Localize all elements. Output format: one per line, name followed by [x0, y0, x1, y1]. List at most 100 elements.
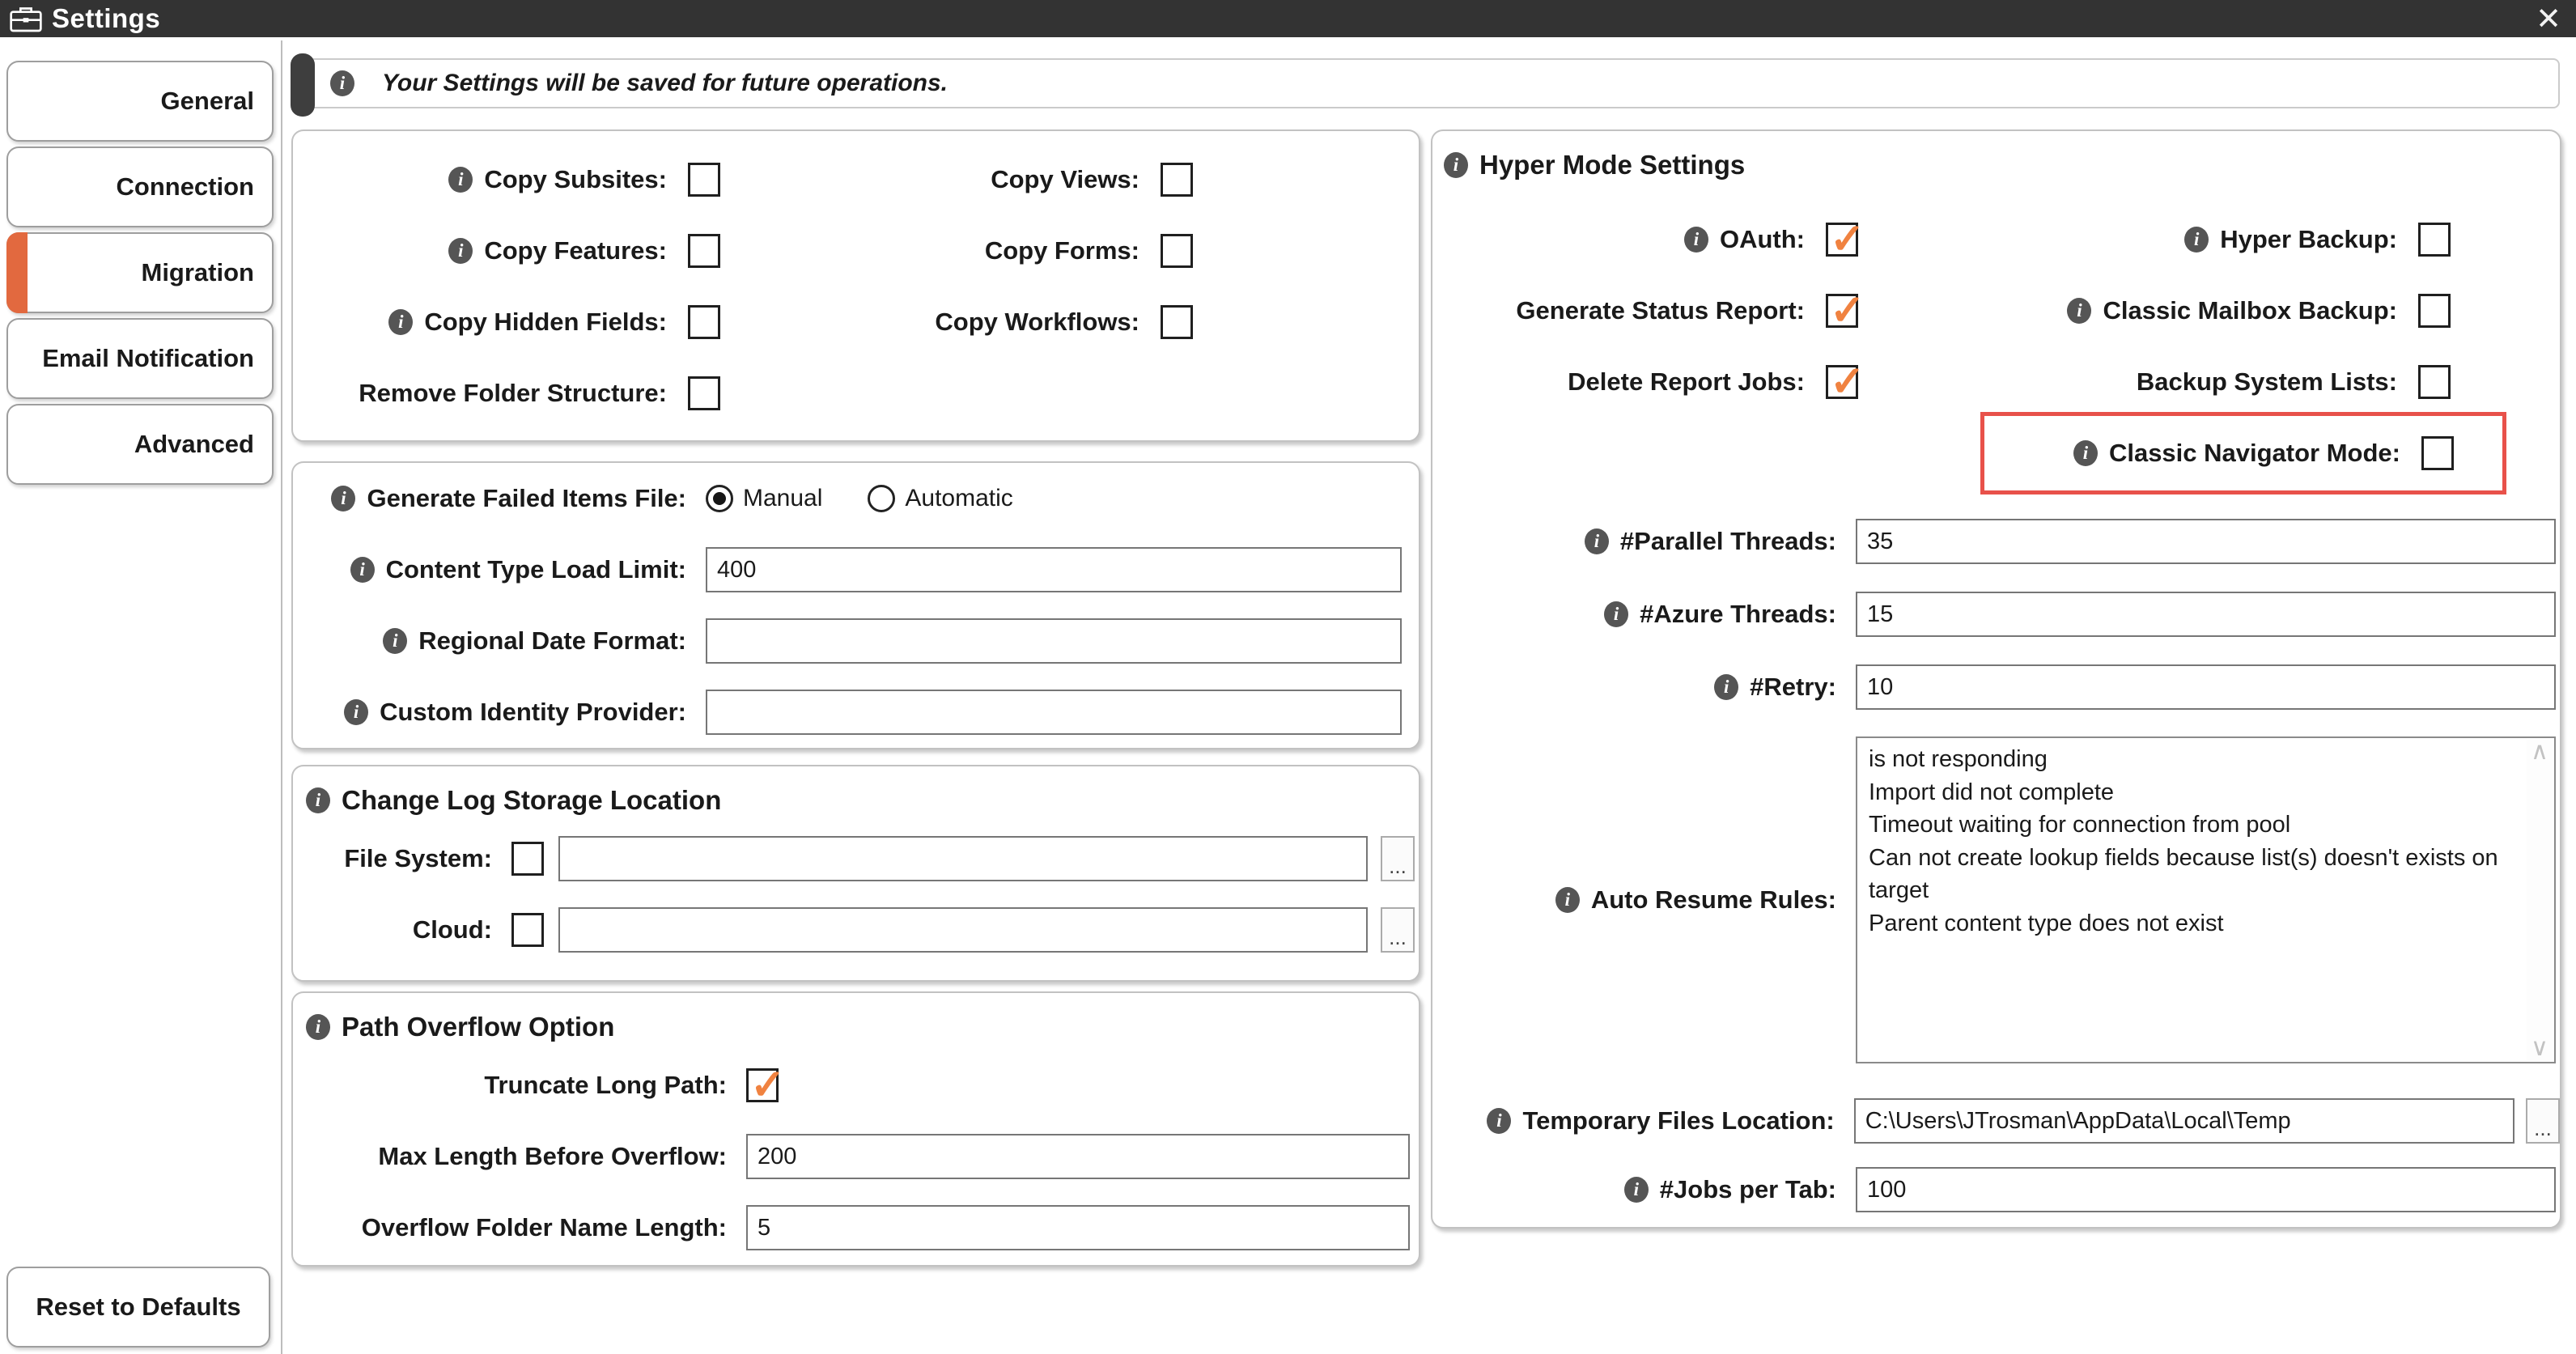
cloud-row: Cloud: ... — [306, 894, 1419, 966]
file-system-path-input[interactable] — [558, 836, 1368, 881]
info-banner: Your Settings will be saved for future o… — [291, 53, 2560, 117]
tab-migration[interactable]: Migration — [6, 232, 274, 313]
titlebar: Settings ✕ — [0, 0, 2576, 37]
oauth-checkbox[interactable] — [1826, 215, 1865, 264]
classic-navigator-mode-checkbox[interactable] — [2421, 436, 2454, 470]
tab-label: General — [160, 87, 254, 115]
copy-views-label: Copy Views: — [991, 165, 1139, 193]
cloud-browse-button[interactable]: ... — [1381, 907, 1415, 953]
jobs-per-tab-row: #Jobs per Tab: — [1444, 1157, 2560, 1222]
scroll-down-icon[interactable]: ∨ — [2531, 1036, 2548, 1060]
generate-status-report-checkbox[interactable] — [1826, 287, 1865, 335]
active-tab-accent — [6, 232, 28, 313]
info-icon — [388, 309, 414, 335]
temporary-files-location-input[interactable] — [1853, 1098, 2514, 1144]
cloud-checkbox[interactable] — [511, 913, 544, 947]
classic-navigator-highlight-box: Classic Navigator Mode: — [1980, 412, 2506, 494]
hyper-mode-heading: Hyper Mode Settings — [1479, 150, 1746, 180]
manual-radio-label[interactable]: Manual — [743, 485, 822, 512]
remove-folder-structure-checkbox[interactable] — [688, 376, 720, 410]
cloud-label: Cloud: — [412, 915, 492, 944]
content-type-load-limit-row: Content Type Load Limit: — [306, 534, 1419, 605]
automatic-radio[interactable] — [868, 485, 896, 512]
truncate-long-path-row: Truncate Long Path: — [306, 1050, 1419, 1121]
tab-email-notification[interactable]: Email Notification — [6, 318, 274, 399]
info-icon — [331, 486, 356, 511]
parallel-threads-label: #Parallel Threads: — [1619, 527, 1836, 555]
change-log-heading: Change Log Storage Location — [342, 785, 722, 815]
remove-folder-structure-label: Remove Folder Structure: — [359, 379, 667, 407]
info-icon — [2067, 298, 2092, 324]
copy-hidden-fields-label: Copy Hidden Fields: — [424, 308, 667, 336]
info-icon — [1714, 674, 1739, 700]
info-icon — [2184, 227, 2209, 253]
copy-forms-checkbox[interactable] — [1161, 234, 1193, 268]
truncate-long-path-checkbox[interactable] — [746, 1061, 786, 1110]
auto-resume-rules-label: Auto Resume Rules: — [1590, 885, 1836, 914]
copy-options-row: Remove Folder Structure: — [306, 358, 1419, 429]
max-length-input[interactable] — [746, 1134, 1410, 1179]
scroll-up-icon[interactable]: ∧ — [2531, 740, 2548, 764]
backup-system-lists-checkbox[interactable] — [2418, 365, 2451, 399]
cloud-path-input[interactable] — [558, 907, 1368, 953]
reset-to-defaults-button[interactable]: Reset to Defaults — [6, 1267, 270, 1348]
file-system-row: File System: ... — [306, 823, 1419, 894]
classic-mailbox-backup-checkbox[interactable] — [2418, 294, 2451, 328]
close-icon[interactable]: ✕ — [2536, 0, 2561, 37]
info-icon — [306, 787, 330, 813]
regional-date-format-input[interactable] — [706, 618, 1402, 664]
file-system-browse-button[interactable]: ... — [1381, 836, 1415, 881]
temporary-files-location-row: Temporary Files Location: ... — [1444, 1084, 2560, 1157]
info-icon — [1444, 152, 1468, 178]
temporary-files-browse-button[interactable]: ... — [2526, 1098, 2560, 1144]
file-system-label: File System: — [344, 844, 492, 872]
info-icon — [1487, 1108, 1512, 1134]
content-type-load-limit-input[interactable] — [706, 547, 1402, 592]
tab-label: Email Notification — [42, 344, 254, 372]
delete-report-jobs-checkbox[interactable] — [1826, 358, 1865, 406]
custom-identity-provider-label: Custom Identity Provider: — [380, 698, 686, 726]
manual-radio[interactable] — [706, 485, 733, 512]
hyper-backup-checkbox[interactable] — [2418, 223, 2451, 257]
info-icon — [306, 1014, 330, 1040]
oauth-label: OAuth: — [1719, 225, 1805, 253]
content-type-load-limit-label: Content Type Load Limit: — [385, 555, 686, 584]
copy-features-checkbox[interactable] — [688, 234, 720, 268]
overflow-folder-name-row: Overflow Folder Name Length: — [306, 1192, 1419, 1263]
overflow-folder-name-input[interactable] — [746, 1205, 1410, 1250]
custom-identity-provider-row: Custom Identity Provider: — [306, 677, 1419, 748]
tab-general[interactable]: General — [6, 61, 274, 142]
auto-resume-rules-row: Auto Resume Rules: is not responding Imp… — [1444, 736, 2560, 1063]
copy-subsites-label: Copy Subsites: — [484, 165, 667, 193]
hyper-backup-label: Hyper Backup: — [2220, 225, 2397, 253]
retry-label: #Retry: — [1750, 673, 1836, 701]
copy-hidden-fields-checkbox[interactable] — [688, 305, 720, 339]
azure-threads-input[interactable] — [1856, 592, 2556, 637]
hyper-mode-panel: Hyper Mode Settings OAuth: Hyper Backup:… — [1431, 129, 2561, 1229]
azure-threads-label: #Azure Threads: — [1640, 600, 1836, 628]
overflow-folder-name-label: Overflow Folder Name Length: — [361, 1213, 727, 1242]
copy-workflows-checkbox[interactable] — [1161, 305, 1193, 339]
regional-date-format-label: Regional Date Format: — [418, 626, 686, 655]
retry-input[interactable] — [1856, 664, 2556, 710]
copy-views-checkbox[interactable] — [1161, 163, 1193, 197]
jobs-per-tab-input[interactable] — [1856, 1167, 2556, 1212]
textarea-scrollbar[interactable]: ∧ ∨ — [2527, 740, 2553, 1060]
file-system-checkbox[interactable] — [511, 842, 544, 876]
copy-workflows-label: Copy Workflows: — [935, 308, 1139, 336]
parallel-threads-input[interactable] — [1856, 519, 2556, 564]
auto-resume-rules-textarea[interactable]: is not responding Import did not complet… — [1856, 736, 2556, 1063]
toolbox-icon — [10, 5, 42, 32]
automatic-radio-label[interactable]: Automatic — [905, 485, 1012, 512]
retry-row: #Retry: — [1444, 651, 2560, 724]
copy-features-label: Copy Features: — [484, 236, 667, 265]
custom-identity-provider-input[interactable] — [706, 690, 1402, 735]
banner-accent-bar — [291, 53, 315, 117]
tab-advanced[interactable]: Advanced — [6, 404, 274, 485]
tab-label: Migration — [141, 258, 255, 287]
info-icon — [1604, 601, 1629, 627]
copy-subsites-checkbox[interactable] — [688, 163, 720, 197]
tab-connection[interactable]: Connection — [6, 146, 274, 227]
info-icon — [448, 167, 473, 193]
azure-threads-row: #Azure Threads: — [1444, 578, 2560, 651]
